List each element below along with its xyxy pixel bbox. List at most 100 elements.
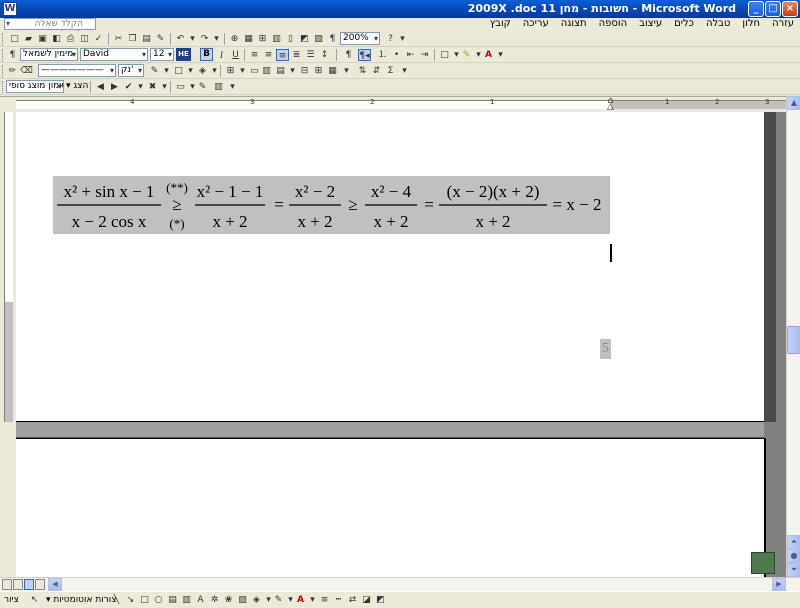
decrease-indent-icon[interactable]: ⇤ bbox=[404, 49, 417, 61]
scroll-right-icon[interactable]: ▶ bbox=[772, 578, 786, 591]
distributed-icon[interactable]: ☰ bbox=[304, 49, 317, 61]
rtl-paragraph-icon[interactable]: ¶◂ bbox=[358, 49, 371, 61]
language-he-button[interactable]: HE bbox=[176, 48, 191, 61]
split-cells-icon[interactable]: ▥ bbox=[260, 65, 273, 77]
line-spacing-icon[interactable]: ↕ bbox=[318, 49, 331, 61]
underline-button[interactable]: U bbox=[229, 49, 242, 61]
scroll-left-icon[interactable]: ◀ bbox=[48, 578, 62, 591]
tables-borders-icon[interactable]: ▦ bbox=[242, 33, 255, 45]
show-hide-pilcrow-icon[interactable]: ¶ bbox=[326, 33, 339, 45]
page-number-field[interactable]: 5 bbox=[600, 339, 611, 359]
insert-table-icon[interactable]: ⊞ bbox=[256, 33, 269, 45]
redo-dropdown-icon[interactable]: ▾ bbox=[210, 33, 223, 45]
chevron-down-icon[interactable]: ▾ bbox=[6, 19, 10, 29]
browse-object-icon[interactable]: ● bbox=[787, 549, 800, 563]
clipart-icon[interactable]: ❀ bbox=[222, 594, 235, 606]
new-document-icon[interactable]: □ bbox=[8, 33, 21, 45]
horizontal-scrollbar[interactable]: ◀ ▶ bbox=[0, 577, 800, 591]
indent-marker-icon[interactable]: ⌂ △ bbox=[606, 97, 615, 112]
spelling-icon[interactable]: ✓ bbox=[92, 33, 105, 45]
columns-icon[interactable]: ▯ bbox=[284, 33, 297, 45]
menu-window[interactable]: חלון bbox=[742, 18, 760, 29]
toolbar-grip[interactable] bbox=[2, 81, 5, 93]
chevron-down-icon[interactable]: ▾ bbox=[340, 65, 353, 77]
autoshapes-menu[interactable]: צורות אוטומטיות ▾ bbox=[46, 595, 117, 605]
menu-file[interactable]: קובץ bbox=[490, 18, 511, 29]
chevron-down-icon[interactable]: ▾ bbox=[398, 65, 411, 77]
equation-object[interactable]: x² + sin x − 1 x − 2 cos x (**) ≥ (*) x²… bbox=[53, 176, 610, 234]
wordart-icon[interactable]: A bbox=[194, 594, 207, 606]
line-icon[interactable]: ╲ bbox=[110, 594, 123, 606]
picture-icon[interactable]: ▨ bbox=[236, 594, 249, 606]
menu-edit[interactable]: עריכה bbox=[523, 18, 549, 29]
arrow-icon[interactable]: ↘ bbox=[124, 594, 137, 606]
chevron-down-icon[interactable]: ▾ bbox=[494, 49, 507, 61]
reviewing-pane-icon[interactable]: ▥ bbox=[212, 81, 225, 93]
menu-insert[interactable]: הוספה bbox=[599, 18, 628, 29]
eraser-icon[interactable]: ⌫ bbox=[20, 65, 33, 77]
copy-icon[interactable]: ❐ bbox=[126, 33, 139, 45]
3d-style-icon[interactable]: ◩ bbox=[374, 594, 387, 606]
rectangle-icon[interactable]: □ bbox=[138, 594, 151, 606]
vertical-textbox-icon[interactable]: ▥ bbox=[180, 594, 193, 606]
select-objects-icon[interactable]: ↖ bbox=[28, 594, 41, 606]
line-style-icon[interactable]: ≡ bbox=[318, 594, 331, 606]
drawing-toggle-icon[interactable]: ◩ bbox=[298, 33, 311, 45]
vertical-scrollbar[interactable]: ▲ ⏶ ● ⏷ bbox=[751, 96, 800, 577]
close-button[interactable]: × bbox=[782, 1, 798, 17]
zoom-combo[interactable]: 200% bbox=[340, 32, 380, 45]
page-2[interactable] bbox=[16, 438, 764, 577]
menu-view[interactable]: תצוגה bbox=[561, 18, 587, 29]
display-for-review-combo[interactable]: סימון מוצג סופי bbox=[6, 80, 64, 93]
open-folder-icon[interactable]: ▰ bbox=[22, 33, 35, 45]
ltr-paragraph-icon[interactable]: ¶ bbox=[342, 49, 355, 61]
horizontal-ruler[interactable]: 4 3 2 1 1 2 3 ⌂ △ bbox=[0, 96, 800, 112]
align-right-icon[interactable]: ≡ bbox=[276, 49, 289, 61]
autoformat-icon[interactable]: ▦ bbox=[326, 65, 339, 77]
italic-button[interactable]: I bbox=[215, 49, 228, 61]
toolbar-grip[interactable] bbox=[2, 65, 5, 77]
document-map-icon[interactable]: ▧ bbox=[312, 33, 325, 45]
menu-help[interactable]: עזרה bbox=[772, 18, 794, 29]
document-area[interactable]: x² + sin x − 1 x − 2 cos x (**) ≥ (*) x²… bbox=[16, 112, 786, 577]
vertical-ruler[interactable] bbox=[0, 112, 16, 577]
track-changes-icon[interactable]: ✎ bbox=[196, 81, 209, 93]
office-assistant-icon[interactable] bbox=[751, 552, 775, 574]
sort-ascending-icon[interactable]: ⇅ bbox=[356, 65, 369, 77]
align-left-icon[interactable]: ≡ bbox=[248, 49, 261, 61]
print-preview-icon[interactable]: ◫ bbox=[78, 33, 91, 45]
word-app-icon[interactable]: W bbox=[3, 2, 17, 16]
previous-page-icon[interactable]: ⏶ bbox=[787, 535, 800, 549]
help-search-box[interactable]: ▾ הקלד שאלה לקבלת עזרה bbox=[4, 18, 96, 39]
outline-view-icon[interactable] bbox=[35, 579, 45, 590]
dash-style-icon[interactable]: ┅ bbox=[332, 594, 345, 606]
draw-table-pencil-icon[interactable]: ✏ bbox=[6, 65, 19, 77]
print-icon[interactable]: ⎙ bbox=[64, 33, 77, 45]
cut-icon[interactable]: ✂ bbox=[112, 33, 125, 45]
arrow-style-icon[interactable]: ⇄ bbox=[346, 594, 359, 606]
permission-icon[interactable]: ◧ bbox=[50, 33, 63, 45]
diagram-icon[interactable]: ✲ bbox=[208, 594, 221, 606]
insert-excel-icon[interactable]: ▥ bbox=[270, 33, 283, 45]
shadow-style-icon[interactable]: ◪ bbox=[360, 594, 373, 606]
scroll-up-icon[interactable]: ▲ bbox=[787, 96, 800, 110]
chevron-down-icon[interactable]: ▾ bbox=[396, 33, 409, 45]
menu-table[interactable]: טבלה bbox=[706, 18, 730, 29]
oval-icon[interactable]: ○ bbox=[152, 594, 165, 606]
normal-view-icon[interactable] bbox=[2, 579, 12, 590]
sort-descending-icon[interactable]: ⇵ bbox=[370, 65, 383, 77]
maximize-button[interactable]: □ bbox=[765, 1, 781, 17]
textbox-icon[interactable]: ▤ bbox=[166, 594, 179, 606]
justify-icon[interactable]: ≣ bbox=[290, 49, 303, 61]
style-combo[interactable]: מימין לשמאל bbox=[20, 48, 78, 61]
increase-indent-icon[interactable]: ⇥ bbox=[418, 49, 431, 61]
next-change-icon[interactable]: ▶ bbox=[108, 81, 121, 93]
menu-tools[interactable]: כלים bbox=[674, 18, 694, 29]
styles-pane-icon[interactable]: ¶ bbox=[6, 49, 19, 61]
menu-format[interactable]: עיצוב bbox=[639, 18, 662, 29]
numbering-icon[interactable]: ⒈ bbox=[376, 49, 389, 61]
paste-icon[interactable]: ▤ bbox=[140, 33, 153, 45]
web-layout-view-icon[interactable] bbox=[13, 579, 23, 590]
align-center-icon[interactable]: ≡ bbox=[262, 49, 275, 61]
next-page-icon[interactable]: ⏷ bbox=[787, 563, 800, 577]
